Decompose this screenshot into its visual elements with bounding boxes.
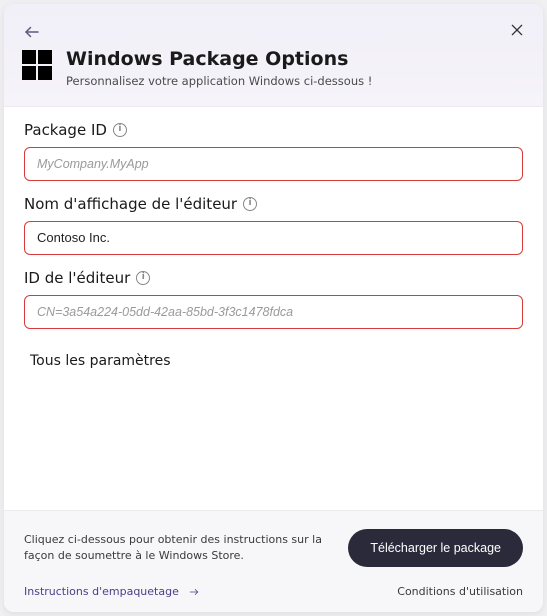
arrow-left-icon <box>23 23 41 41</box>
windows-logo-icon <box>22 50 52 80</box>
info-icon[interactable]: i <box>113 123 127 137</box>
dialog-window: Windows Package Options Personnalisez vo… <box>4 4 543 612</box>
field-publisher-id: ID de l'éditeur i <box>24 269 523 329</box>
info-icon[interactable]: i <box>243 197 257 211</box>
info-icon[interactable]: i <box>136 271 150 285</box>
close-icon <box>509 22 525 38</box>
publisher-display-name-input[interactable] <box>24 221 523 255</box>
title-row: Windows Package Options Personnalisez vo… <box>22 48 525 88</box>
label-text: Nom d'affichage de l'éditeur <box>24 195 237 213</box>
dialog-subtitle: Personnalisez votre application Windows … <box>66 74 372 88</box>
field-publisher-display-name: Nom d'affichage de l'éditeur i <box>24 195 523 255</box>
footer-bottom: Instructions d'empaquetage Conditions d'… <box>24 585 523 598</box>
packaging-instructions-link[interactable]: Instructions d'empaquetage <box>24 585 201 598</box>
footer-help-text: Cliquez ci-dessous pour obtenir des inst… <box>24 532 330 564</box>
arrow-right-icon <box>187 587 201 597</box>
download-package-button[interactable]: Télécharger le package <box>348 529 523 567</box>
link-text: Instructions d'empaquetage <box>24 585 179 598</box>
label-text: ID de l'éditeur <box>24 269 130 287</box>
publisher-id-input[interactable] <box>24 295 523 329</box>
label-text: Package ID <box>24 121 107 139</box>
package-id-input[interactable] <box>24 147 523 181</box>
publisher-display-name-label: Nom d'affichage de l'éditeur i <box>24 195 523 213</box>
dialog-body: Package ID i Nom d'affichage de l'éditeu… <box>4 107 543 510</box>
field-package-id: Package ID i <box>24 121 523 181</box>
close-button[interactable] <box>507 20 527 40</box>
dialog-title: Windows Package Options <box>66 48 372 72</box>
terms-link[interactable]: Conditions d'utilisation <box>397 585 523 598</box>
dialog-footer: Cliquez ci-dessous pour obtenir des inst… <box>4 510 543 612</box>
back-button[interactable] <box>22 22 42 42</box>
all-settings-link[interactable]: Tous les paramètres <box>24 347 177 375</box>
package-id-label: Package ID i <box>24 121 523 139</box>
footer-top: Cliquez ci-dessous pour obtenir des inst… <box>24 529 523 567</box>
publisher-id-label: ID de l'éditeur i <box>24 269 523 287</box>
title-text: Windows Package Options Personnalisez vo… <box>66 48 372 88</box>
dialog-header: Windows Package Options Personnalisez vo… <box>4 4 543 107</box>
